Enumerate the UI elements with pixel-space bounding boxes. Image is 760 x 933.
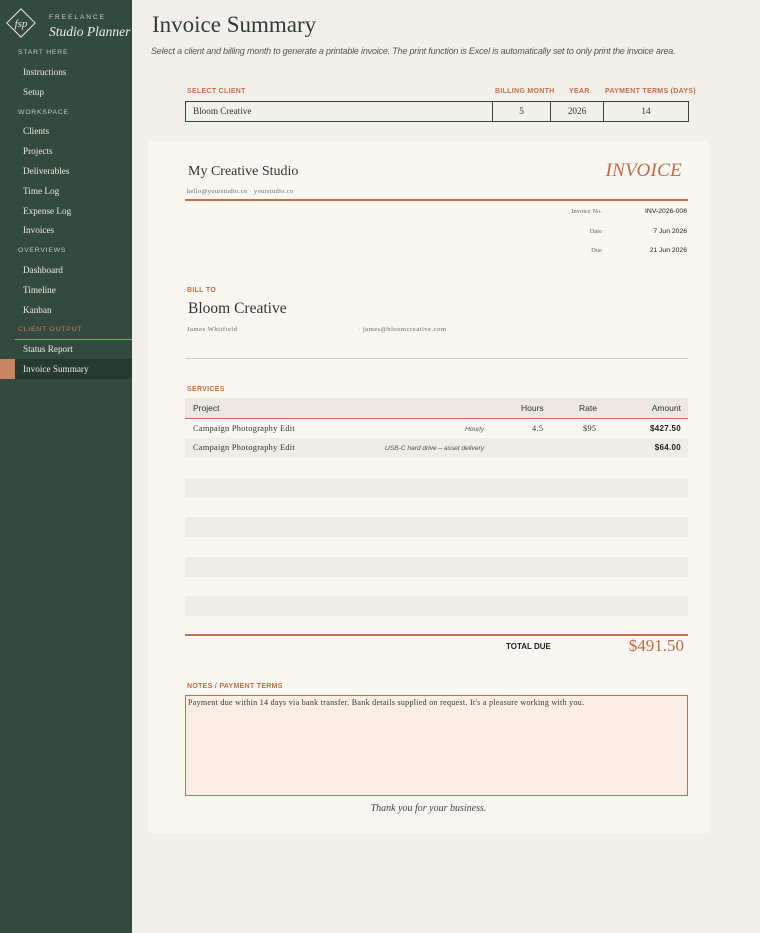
nav-section-overviews: OVERVIEWS (18, 247, 67, 254)
sidebar-item-setup[interactable]: Setup (0, 82, 132, 102)
row-hours: 4.5 (532, 424, 544, 433)
client-select[interactable]: Bloom Creative (185, 101, 493, 122)
table-row: Campaign Photography Edit Hourly 4.5 $95… (185, 419, 688, 439)
invoice-no-value: INV-2026-006 (645, 208, 687, 215)
row-project: Campaign Photography Edit (193, 443, 295, 452)
col-hours: Hours (521, 403, 544, 413)
nav-section-client-output: CLIENT OUTPUT (18, 326, 83, 333)
sidebar-item-expense-log[interactable]: Expense Log (0, 201, 132, 221)
notes-textarea[interactable]: Payment due within 14 days via bank tran… (185, 695, 688, 796)
table-row-empty (185, 557, 688, 577)
due-value: 21 Jun 2026 (649, 247, 687, 254)
col-project: Project (193, 403, 220, 413)
row-rate: $95 (583, 424, 597, 433)
sidebar-item-deliverables[interactable]: Deliverables (0, 161, 132, 181)
total-divider (185, 634, 688, 636)
sidebar: fsp FREELANCE Studio Planner START HERE … (0, 0, 132, 933)
table-row-empty (185, 517, 688, 537)
services-label: SERVICES (187, 386, 225, 393)
invoice-no-label: Invoice No. (571, 208, 602, 215)
brand-subtitle: FREELANCE (49, 14, 107, 21)
sidebar-item-kanban[interactable]: Kanban (0, 300, 132, 320)
year-label: YEAR (569, 88, 590, 95)
sidebar-item-invoices[interactable]: Invoices (0, 220, 132, 240)
bill-to-name: Bloom Creative (188, 300, 287, 317)
row-note: USB-C hard drive – asset delivery (384, 445, 484, 452)
sidebar-item-instructions[interactable]: Instructions (0, 62, 132, 82)
billing-month-label: BILLING MONTH (495, 88, 555, 95)
year-input[interactable]: 2026 (550, 101, 604, 122)
bill-to-label: BILL TO (187, 287, 217, 294)
col-amount: Amount (651, 403, 681, 413)
sidebar-item-status-report[interactable]: Status Report (0, 339, 132, 359)
payment-terms-label: PAYMENT TERMS (DAYS) (605, 88, 696, 95)
total-due-value: $491.50 (628, 636, 684, 655)
billing-month-input[interactable]: 5 (492, 101, 551, 122)
table-row-empty (185, 478, 688, 498)
due-label: Due (591, 247, 602, 254)
thank-you-message: Thank you for your business. (370, 803, 487, 814)
brand-title: Studio Planner (49, 24, 131, 39)
row-project: Campaign Photography Edit (193, 424, 295, 433)
total-due-label: TOTAL DUE (506, 642, 551, 651)
studio-name: My Creative Studio (188, 164, 299, 179)
sidebar-item-projects[interactable]: Projects (0, 141, 132, 161)
page-title: Invoice Summary (152, 12, 317, 37)
table-row: Campaign Photography Edit USB-C hard dri… (185, 438, 688, 458)
date-value: 7 Jun 2026 (653, 228, 687, 235)
svg-text:fsp: fsp (15, 18, 28, 30)
select-client-label: SELECT CLIENT (187, 88, 246, 95)
contact-name: James Whitfield (187, 326, 238, 333)
sidebar-item-timeline[interactable]: Timeline (0, 280, 132, 300)
payment-terms-input[interactable]: 14 (603, 101, 689, 122)
invoice-heading: INVOICE (605, 160, 682, 181)
row-note: Hourly (464, 426, 484, 433)
sidebar-item-time-log[interactable]: Time Log (0, 181, 132, 201)
col-rate: Rate (579, 403, 597, 413)
logo-icon: fsp (6, 8, 36, 38)
header-divider (185, 199, 688, 201)
table-row-empty (185, 596, 688, 616)
nav-section-workspace: WORKSPACE (18, 109, 69, 116)
notes-label: NOTES / PAYMENT TERMS (187, 683, 283, 690)
row-amount: $427.50 (649, 424, 681, 433)
sidebar-item-clients[interactable]: Clients (0, 121, 132, 141)
nav-section-start-here: START HERE (18, 49, 69, 56)
date-label: Date (589, 228, 602, 235)
row-amount: $64.00 (654, 443, 681, 452)
billto-divider (185, 358, 688, 359)
page-subtitle: Select a client and billing month to gen… (151, 46, 676, 56)
sidebar-item-dashboard[interactable]: Dashboard (0, 260, 132, 280)
sidebar-item-invoice-summary[interactable]: Invoice Summary (0, 359, 132, 379)
services-table-header: Project Hours Rate Amount (185, 398, 688, 419)
studio-contact: hello@yourstudio.co · yourstudio.co (187, 188, 294, 195)
contact-email: · james@bloomcreative.com (358, 326, 447, 333)
